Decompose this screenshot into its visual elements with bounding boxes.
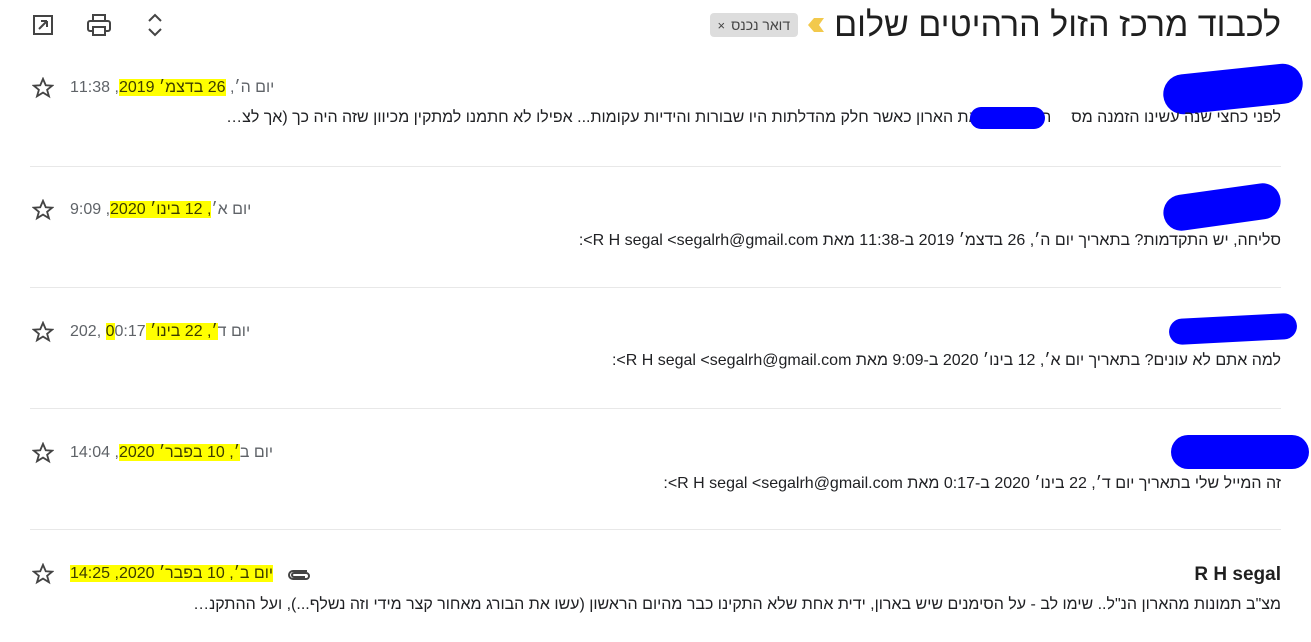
message-meta: יום א׳, 12 בינו׳ 2020, 9:09 xyxy=(30,197,251,223)
expand-collapse-icon xyxy=(148,13,162,37)
message-date: יום א׳, 12 בינו׳ 2020, 9:09 xyxy=(70,201,252,218)
attachment-icon xyxy=(288,570,310,580)
message-item[interactable]: יום ד׳, 22 בינו׳ 00:17 ,202 למה אתם לא ע… xyxy=(0,288,1311,408)
message-item[interactable]: יום א׳, 12 בינו׳ 2020, 9:09 סליחה, יש הת… xyxy=(0,167,1311,287)
message-item[interactable]: יום ב׳, 10 בפבר׳ 2020, 14:04 זה המייל של… xyxy=(0,409,1311,529)
print-button[interactable] xyxy=(84,8,114,42)
star-button[interactable] xyxy=(30,197,56,223)
star-button[interactable] xyxy=(30,75,56,101)
print-icon xyxy=(87,14,111,36)
open-in-new-window-icon xyxy=(33,15,53,35)
message-meta: יום ב׳, 10 בפבר׳ 2020, 14:25 xyxy=(30,561,311,587)
message-sender: R H segal xyxy=(1194,564,1281,585)
star-icon xyxy=(32,77,54,99)
star-button[interactable] xyxy=(30,319,56,345)
message-date: יום ב׳, 10 בפבר׳ 2020, 14:04 xyxy=(70,444,274,461)
date-highlight: ׳, 10 בפבר׳ 2020 xyxy=(118,444,240,461)
importance-marker-icon[interactable] xyxy=(808,18,825,32)
redacted-sender xyxy=(1171,435,1309,469)
redacted-sender xyxy=(1168,312,1298,346)
expand-all-button[interactable] xyxy=(140,8,170,42)
open-in-new-window-button[interactable] xyxy=(28,8,58,42)
message-item[interactable]: יום ה׳, 26 בדצמ׳ 2019, 11:38 לפני כחצי ש… xyxy=(0,55,1311,165)
message-snippet: מצ"ב תמונות מהארון הנ"ל.. שימו לב - על ה… xyxy=(193,596,1281,613)
thread-subject: לכבוד מרכז הזול הרהיטים שלום xyxy=(834,5,1281,44)
star-icon xyxy=(32,442,54,464)
thread-toolbar xyxy=(28,8,170,42)
star-icon xyxy=(32,563,54,585)
star-icon xyxy=(32,321,54,343)
message-meta: יום ה׳, 26 בדצמ׳ 2019, 11:38 xyxy=(30,75,274,101)
message-meta: יום ד׳, 22 בינו׳ 00:17 ,202 xyxy=(30,319,250,345)
label-chip-text: דואר נכנס xyxy=(731,17,791,33)
message-snippet: לפני כחצי שנה עשינו הזמנה מסהתקינו לנו א… xyxy=(226,109,1281,126)
message-meta: יום ב׳, 10 בפבר׳ 2020, 14:04 xyxy=(30,440,273,466)
date-highlight: 26 בדצמ׳ 2019 xyxy=(118,79,226,96)
date-highlight: , 12 בינו׳ 2020 xyxy=(110,201,212,218)
message-date: יום ה׳, 26 בדצמ׳ 2019, 11:38 xyxy=(70,79,275,96)
redacted-sender xyxy=(1161,180,1283,234)
star-button[interactable] xyxy=(30,440,56,466)
remove-label-icon[interactable]: × xyxy=(718,18,726,33)
message-snippet: למה אתם לא עונים? בתאריך יום א׳, 12 בינו… xyxy=(611,352,1281,369)
message-item[interactable]: R H segal יום ב׳, 10 בפבר׳ 2020, 14:25 מ… xyxy=(0,530,1311,642)
message-snippet: זה המייל שלי בתאריך יום ד׳, 22 בינו׳ 202… xyxy=(663,475,1281,492)
label-chip-inbox[interactable]: דואר נכנס × xyxy=(709,13,799,37)
thread-header: לכבוד מרכז הזול הרהיטים שלום דואר נכנס × xyxy=(709,0,1281,50)
star-icon xyxy=(32,199,54,221)
message-date: יום ד׳, 22 בינו׳ 00:17 ,202 xyxy=(70,323,251,340)
message-date: יום ב׳, 10 בפבר׳ 2020, 14:25 xyxy=(70,565,274,583)
star-button[interactable] xyxy=(30,561,56,587)
redacted-order-number xyxy=(970,107,1045,129)
date-highlight: יום ב׳, 10 בפבר׳ 2020, 14:25 xyxy=(70,565,274,582)
message-snippet: סליחה, יש התקדמות? בתאריך יום ה׳, 26 בדצ… xyxy=(578,232,1281,249)
